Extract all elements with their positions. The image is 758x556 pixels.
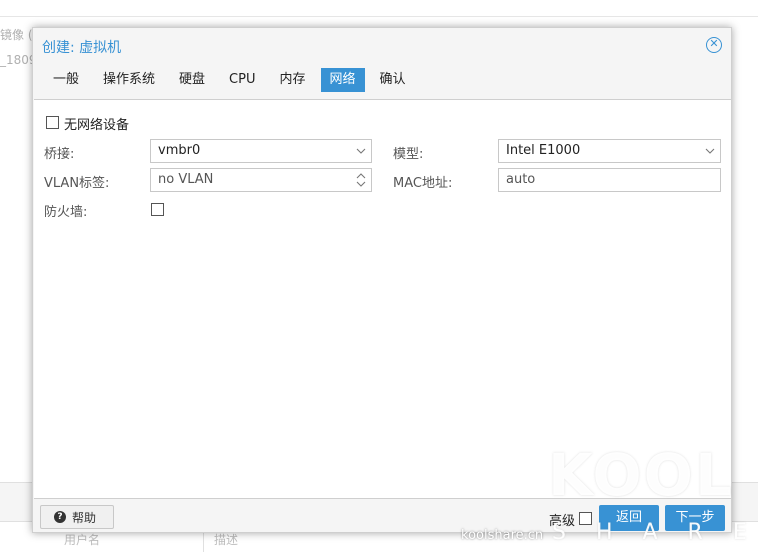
vlan-spinner[interactable]: no VLAN <box>150 168 372 192</box>
vlan-value: no VLAN <box>158 172 214 187</box>
dialog-title: 创建: 虚拟机 <box>42 40 122 56</box>
chevron-down-icon <box>351 140 371 162</box>
tab-general[interactable]: 一般 <box>44 68 88 92</box>
model-value: Intel E1000 <box>506 143 581 158</box>
model-select[interactable]: Intel E1000 <box>498 139 721 163</box>
tab-memory[interactable]: 内存 <box>270 68 314 92</box>
spinner-arrows-icon[interactable] <box>355 171 367 189</box>
mac-value: auto <box>506 172 536 187</box>
bridge-label: 桥接: <box>44 147 75 162</box>
question-circle-icon: ? <box>54 511 66 523</box>
mac-label: MAC地址: <box>393 176 453 191</box>
firewall-label: 防火墙: <box>44 205 88 220</box>
no-network-label: 无网络设备 <box>64 118 130 133</box>
background-divider <box>0 16 758 17</box>
close-circle-icon[interactable]: ✕ <box>706 37 722 53</box>
tab-os[interactable]: 操作系统 <box>94 68 164 92</box>
help-label: 帮助 <box>72 510 97 525</box>
bridge-select[interactable]: vmbr0 <box>150 139 372 163</box>
help-button[interactable]: ? 帮助 <box>40 505 114 529</box>
no-network-checkbox[interactable] <box>46 116 59 129</box>
tab-confirm[interactable]: 确认 <box>371 68 415 92</box>
watermark-logo: KOOL <box>548 441 734 509</box>
bridge-value: vmbr0 <box>158 143 201 158</box>
network-panel: 无网络设备 桥接: vmbr0 VLAN标签: no VLAN 防火墙: 模型:… <box>34 99 731 499</box>
firewall-checkbox[interactable] <box>151 203 164 216</box>
tab-network[interactable]: 网络 <box>320 68 365 92</box>
mac-input[interactable]: auto <box>498 168 721 192</box>
chevron-down-icon <box>700 140 720 162</box>
wizard-tabs: 一般 操作系统 硬盘 CPU 内存 网络 确认 <box>44 68 415 92</box>
watermark-site: koolshare.cn <box>461 528 544 543</box>
watermark-subtitle: SHARE <box>552 520 758 545</box>
background-text: 镜像 ( <box>0 28 33 42</box>
tab-cpu[interactable]: CPU <box>220 68 264 92</box>
tab-disk[interactable]: 硬盘 <box>170 68 214 92</box>
model-label: 模型: <box>393 147 424 162</box>
vlan-label: VLAN标签: <box>44 176 110 191</box>
